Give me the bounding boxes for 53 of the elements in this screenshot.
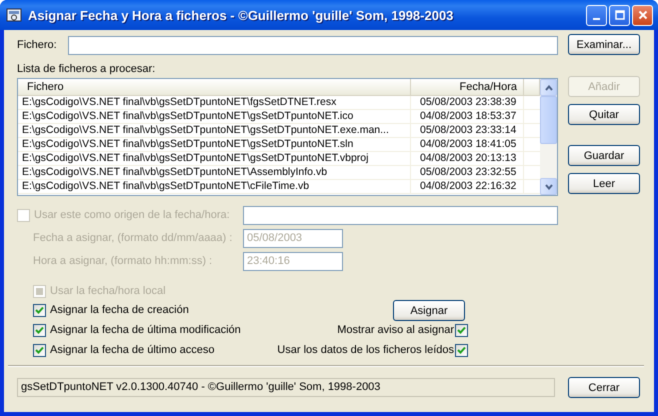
file-label: Fichero: [17,38,58,50]
file-path-cell: E:\gsCodigo\VS.NET final\vb\gsSetDTpuntoNET\gsSetDTpuntoNET.vbproj [18,152,411,165]
datetime-cell: 05/08/2003 23:38:39 [411,96,524,109]
checkbox-label: Asignar la fecha de última modificación [50,324,241,336]
checkbox[interactable] [455,344,468,356]
close-icon [638,10,648,20]
field-label: Fecha a asignar, (formato dd/mm/aaaa) : [32,232,234,244]
file-path-cell: E:\gsCodigo\VS.NET final\vb\gsSetDTpuntoNET\AssemblyInfo.vb [18,166,411,179]
maximize-button[interactable] [609,4,630,26]
checkbox-label: Usar los datos de los ficheros leídos [277,344,454,356]
close-dialog-button[interactable]: Cerrar [568,377,640,398]
file-path-cell: E:\gsCodigo\VS.NET final\vb\gsSetDTpuntoNET\fgsSetDTNET.resx [18,96,411,109]
status-bar: gsSetDTpuntoNET v2.0.1300.40740 - ©Guillermo 'guille' Som, 1998-2003 [17,378,555,397]
datetime-cell: 04/08/2003 22:16:32 [411,180,524,193]
file-input[interactable] [68,36,558,55]
datetime-cell: 04/08/2003 18:41:05 [411,138,524,151]
file-path-cell: E:\gsCodigo\VS.NET final\vb\gsSetDTpuntoNET\gsSetDTpuntoNET.exe.man... [18,124,411,137]
file-list[interactable] [17,78,558,196]
file-path-cell: E:\gsCodigo\VS.NET final\vb\gsSetDTpuntoNET\cFileTime.vb [18,180,411,193]
datetime-cell: 04/08/2003 20:13:13 [411,152,524,165]
maximize-icon [614,10,624,20]
assign-button[interactable]: Asignar [393,300,465,321]
checkbox-label: Mostrar aviso al asignar [337,324,454,336]
minimize-icon [593,18,600,20]
field-label: Hora a asignar, (formato hh:mm:ss) : [32,255,214,267]
checkbox-label: Asignar la fecha de creación [50,304,189,316]
column-header[interactable]: Fecha/Hora [411,79,524,95]
checkbox[interactable] [455,324,468,336]
checkbox-label: Asignar la fecha de último acceso [50,344,214,356]
checkbox[interactable] [33,344,46,356]
source-checkbox-label: Usar este como origen de la fecha/hora: [34,209,230,221]
datetime-cell: 05/08/2003 23:33:14 [411,124,524,137]
browse-button[interactable]: Examinar... [568,34,640,55]
checkbox-label: Usar la fecha/hora local [50,285,166,297]
side-button[interactable]: Leer [568,173,640,194]
column-header[interactable]: Fichero [18,79,411,95]
file-path-cell: E:\gsCodigo\VS.NET final\vb\gsSetDTpuntoNET\gsSetDTpuntoNET.ico [18,110,411,123]
minimize-button[interactable] [586,4,607,26]
scroll-up-icon[interactable] [540,79,557,96]
file-path-cell: E:\gsCodigo\VS.NET final\vb\gsSetDTpuntoNET\gsSetDTpuntoNET.sln [18,138,411,151]
scroll-thumb[interactable] [540,96,557,144]
checkbox[interactable] [33,324,46,336]
datetime-cell: 04/08/2003 18:53:37 [411,110,524,123]
window-title: Asignar Fecha y Hora a ficheros - ©Guillermo 'guille' Som, 1998-2003 [28,8,454,22]
side-button[interactable]: Quitar [568,104,640,125]
list-label: Lista de ficheros a procesar: [17,63,156,77]
checkbox[interactable] [33,304,46,316]
scroll-down-icon[interactable] [540,178,557,195]
app-icon [6,7,22,23]
close-button[interactable] [632,4,653,26]
datetime-cell: 05/08/2003 23:32:55 [411,166,524,179]
side-button[interactable]: Guardar [568,145,640,166]
vertical-scrollbar[interactable] [540,79,557,195]
